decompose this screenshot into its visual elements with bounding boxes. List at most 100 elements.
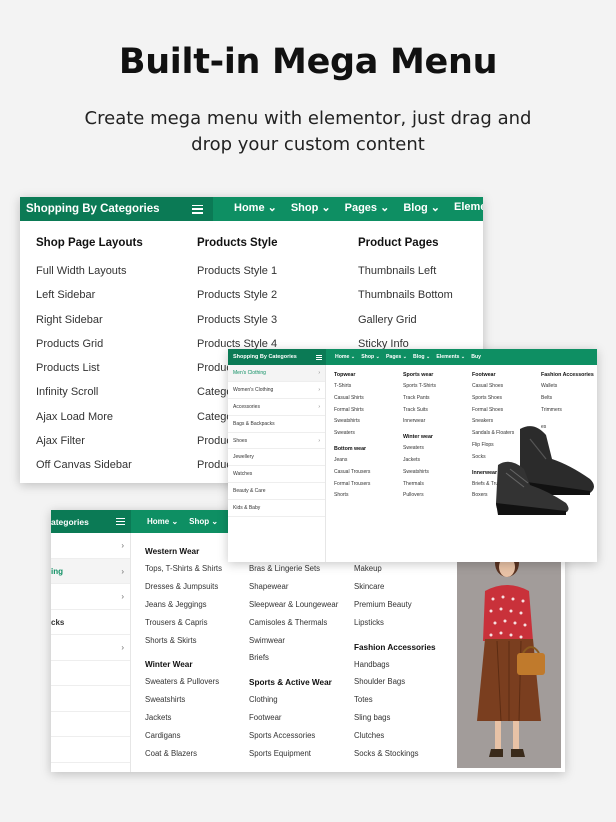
nav-item[interactable]: Home ⌄ [147, 517, 178, 526]
menu-link[interactable]: Makeup [354, 560, 436, 578]
menu-link[interactable]: Casual Trousers [334, 467, 370, 479]
sidebar-item[interactable]: Kids & Baby [228, 500, 325, 518]
menu-link[interactable]: Tops, T-Shirts & Shirts [145, 560, 222, 578]
sidebar-item[interactable]: › [51, 635, 130, 661]
sidebar-item[interactable]: Beauty & Care [228, 483, 325, 501]
menu-link[interactable]: Left Sidebar [36, 283, 143, 307]
menu-link[interactable]: Products Style 3 [197, 308, 278, 332]
nav-item[interactable]: Buy [471, 354, 481, 360]
categories-toggle[interactable]: Shopping By Categories [20, 197, 213, 221]
menu-link[interactable]: Cardigans [145, 727, 222, 745]
menu-link[interactable]: Premium Beauty [354, 596, 436, 614]
nav-item[interactable]: Shop ⌄ [361, 354, 380, 360]
menu-link[interactable]: Sleepwear & Loungewear [249, 596, 338, 614]
menu-link[interactable]: Shorts [334, 490, 370, 502]
menu-link[interactable]: Camisoles & Thermals [249, 614, 338, 632]
sidebar-item[interactable]: › [51, 584, 130, 610]
menu-link[interactable]: Thermals [403, 479, 436, 491]
nav-item[interactable]: Home ⌄ [234, 201, 277, 214]
menu-link[interactable]: Swimwear [249, 632, 338, 650]
menu-link[interactable]: Ajax Filter [36, 429, 143, 453]
menu-link[interactable]: Jackets [145, 709, 222, 727]
menu-link[interactable]: Trousers & Capris [145, 614, 222, 632]
menu-link[interactable]: Casual Shirts [334, 393, 370, 405]
menu-link[interactable]: Skincare [354, 578, 436, 596]
sidebar-item[interactable]: › [51, 533, 130, 559]
sidebar-item[interactable] [51, 712, 130, 737]
menu-link[interactable]: Products List [36, 356, 143, 380]
menu-link[interactable]: Sports Shoes [472, 393, 514, 405]
menu-link[interactable]: Sports T-Shirts [403, 381, 436, 393]
menu-link[interactable]: Right Sidebar [36, 308, 143, 332]
nav-item[interactable]: Shop ⌄ [291, 201, 331, 214]
menu-link[interactable]: Clothing [249, 691, 338, 709]
menu-link[interactable]: Ajax Load More [36, 405, 143, 429]
sidebar-item[interactable]: Bags & Backpacks [228, 416, 325, 433]
menu-link[interactable]: Off Canvas Sidebar [36, 453, 143, 477]
menu-link[interactable]: Sweaters [403, 443, 436, 455]
nav-item[interactable]: Blog ⌄ [413, 354, 430, 360]
sidebar-item[interactable]: Men's Clothing › [228, 365, 325, 382]
menu-link[interactable]: Footwear [249, 709, 338, 727]
menu-link[interactable]: Sling bags [354, 709, 436, 727]
menu-link[interactable]: Sports Equipment [249, 745, 338, 763]
nav-item[interactable]: Elements ⌄ [436, 354, 465, 360]
menu-link[interactable]: Wallets [541, 381, 594, 393]
nav-item[interactable]: Home ⌄ [335, 354, 355, 360]
menu-link[interactable]: Formal Trousers [334, 479, 370, 491]
menu-link[interactable]: Formal Shirts [334, 405, 370, 417]
menu-link[interactable]: Casual Shoes [472, 381, 514, 393]
nav-item[interactable]: Pages ⌄ [345, 201, 390, 214]
nav-item[interactable]: Shop ⌄ [189, 517, 218, 526]
menu-link[interactable]: Jackets [403, 455, 436, 467]
menu-link[interactable]: Dresses & Jumpsuits [145, 578, 222, 596]
menu-link[interactable]: Sweatshirts [334, 416, 370, 428]
sidebar-item[interactable]: Accessories › [228, 399, 325, 416]
sidebar-item[interactable]: cks [51, 610, 130, 635]
menu-link[interactable]: Shapewear [249, 578, 338, 596]
menu-link[interactable]: Totes [354, 691, 436, 709]
menu-link[interactable]: Socks & Stockings [354, 745, 436, 763]
sidebar-item[interactable]: ing › [51, 558, 130, 584]
menu-link[interactable]: Handbags [354, 656, 436, 674]
menu-link[interactable]: Track Suits [403, 405, 436, 417]
sidebar-item[interactable]: Watches [228, 466, 325, 484]
menu-link[interactable]: Trimmers [541, 405, 594, 417]
nav-item[interactable]: Blog ⌄ [403, 201, 440, 214]
menu-link[interactable]: Sweaters [334, 428, 370, 440]
menu-link[interactable]: Lipsticks [354, 614, 436, 632]
menu-link[interactable]: Innerwear [403, 416, 436, 428]
menu-link[interactable]: Thumbnails Bottom [358, 283, 453, 307]
menu-link[interactable]: Track Pants [403, 393, 436, 405]
categories-toggle[interactable]: ategories [51, 510, 131, 533]
menu-link[interactable]: Thumbnails Left [358, 259, 453, 283]
menu-link[interactable]: Bras & Lingerie Sets [249, 560, 338, 578]
sidebar-item[interactable]: Shoes › [228, 433, 325, 450]
sidebar-item[interactable]: Women's Clothing › [228, 382, 325, 399]
menu-link[interactable]: Sweatshirts [145, 691, 222, 709]
menu-link[interactable]: Infinity Scroll [36, 380, 143, 404]
sidebar-item[interactable] [51, 737, 130, 763]
menu-link[interactable]: Sweatshirts [403, 467, 436, 479]
menu-link[interactable]: Products Style 2 [197, 283, 278, 307]
categories-toggle[interactable]: Shopping By Categories [228, 349, 326, 365]
menu-link[interactable]: Products Grid [36, 332, 143, 356]
nav-item[interactable]: Pages ⌄ [386, 354, 407, 360]
menu-link[interactable]: Shoulder Bags [354, 673, 436, 691]
nav-item[interactable]: Elements [454, 201, 483, 213]
menu-link[interactable]: Gallery Grid [358, 308, 453, 332]
menu-link[interactable]: Clutches [354, 727, 436, 745]
menu-link[interactable]: Belts [541, 393, 594, 405]
menu-link[interactable]: T-Shirts [334, 381, 370, 393]
menu-link[interactable]: Briefs [249, 649, 338, 667]
menu-link[interactable]: Jeans [334, 455, 370, 467]
menu-link[interactable]: Products Style 1 [197, 259, 278, 283]
menu-link[interactable]: Full Width Layouts [36, 259, 143, 283]
menu-link[interactable]: Sweaters & Pullovers [145, 673, 222, 691]
sidebar-item[interactable] [51, 661, 130, 686]
menu-link[interactable]: Coat & Blazers [145, 745, 222, 763]
sidebar-item[interactable] [51, 686, 130, 712]
menu-link[interactable]: Pullovers [403, 490, 436, 502]
menu-link[interactable]: Shorts & Skirts [145, 632, 222, 650]
menu-link[interactable]: Sports Accessories [249, 727, 338, 745]
